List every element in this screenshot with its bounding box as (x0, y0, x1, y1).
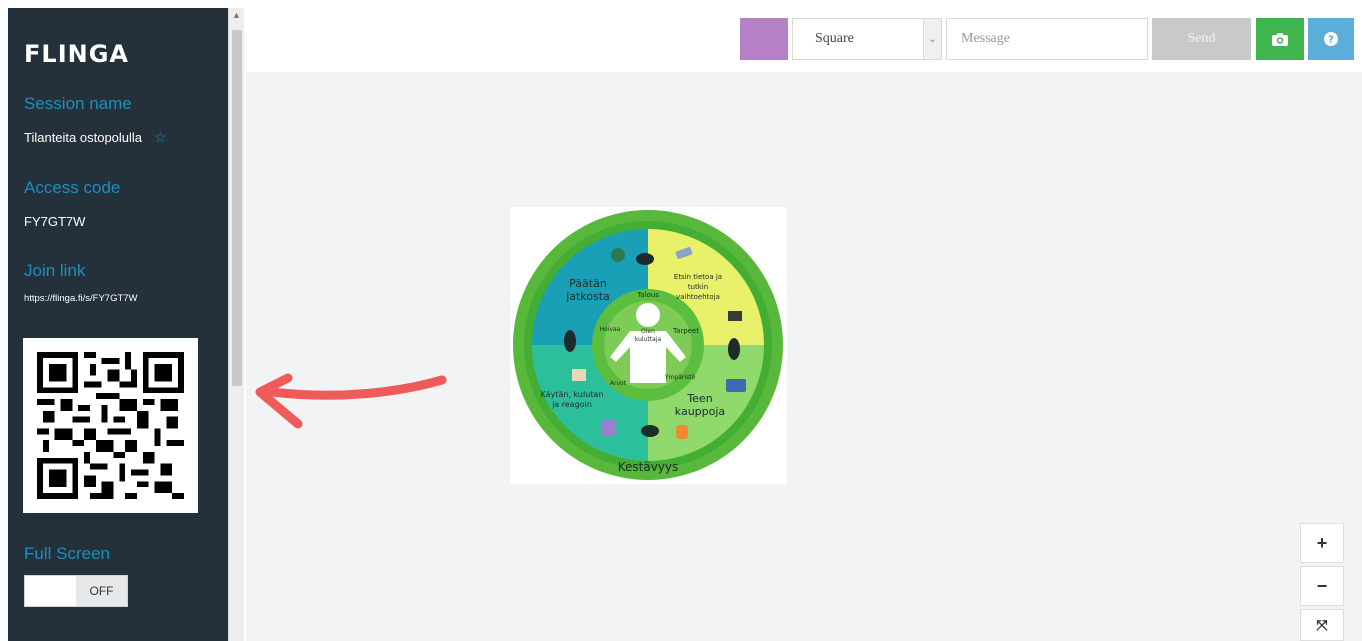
zoom-in-button[interactable]: + (1300, 523, 1344, 563)
inner-word-needs: Tarpeet (672, 327, 699, 335)
segment-label-search: Etsin tietoa ja (674, 273, 722, 281)
session-name-value: Tilanteita ostopolulla (24, 130, 143, 145)
board-canvas[interactable] (246, 72, 1362, 641)
toggle-state: OFF (76, 576, 127, 606)
toggle-knob (25, 576, 76, 606)
qr-code[interactable] (23, 338, 198, 513)
segment-label-search-2: tutkin (688, 283, 708, 291)
outer-label: Kestävyys (618, 460, 679, 474)
segment-label-trade: Teen (686, 392, 712, 405)
shape-select[interactable]: Square ⌄ (792, 18, 942, 60)
full-screen-toggle[interactable]: OFF (24, 575, 128, 607)
send-button[interactable]: Send (1152, 18, 1251, 60)
segment-label-trade-2: kauppoja (675, 405, 725, 418)
scroll-up-icon[interactable]: ▲ (232, 10, 241, 20)
svg-text:?: ? (1328, 35, 1334, 46)
segment-label-use-2: ja reagoin (551, 400, 592, 409)
chevron-down-icon: ⌄ (923, 19, 941, 59)
inner-word-environment: Ympäristö (664, 374, 696, 381)
access-code-value: FY7GT7W (24, 214, 86, 229)
center-label-2: kuluttaja (635, 336, 662, 343)
sidebar: FLINGA Session name Tilanteita ostopolul… (8, 8, 228, 641)
app: FLINGA Session name Tilanteita ostopolul… (0, 0, 1362, 641)
sustainability-wheel-image: Päätän jatkosta Etsin tietoa ja tutkin v… (513, 210, 783, 480)
help-icon: ? (1324, 32, 1338, 46)
segment-label-use: Käytän, kulutan (541, 390, 604, 399)
fit-screen-button[interactable]: ⤧ (1300, 609, 1344, 641)
segment-label-decide: Päätän (569, 277, 607, 290)
session-name-label: Session name (24, 94, 132, 113)
zoom-out-button[interactable]: − (1300, 566, 1344, 606)
color-picker-button[interactable] (740, 18, 788, 60)
message-input[interactable] (946, 18, 1148, 60)
star-icon[interactable]: ☆ (154, 129, 167, 146)
camera-button[interactable] (1256, 18, 1304, 60)
shape-select-value: Square (815, 31, 854, 46)
camera-icon (1272, 32, 1288, 46)
inner-word-values: Arvot (610, 380, 627, 387)
full-screen-label: Full Screen (24, 544, 110, 563)
arrow-annotation-icon (255, 373, 447, 429)
brand-logo: FLINGA (24, 40, 129, 68)
access-code-label: Access code (24, 178, 121, 197)
segment-label-search-3: vaihtoehtoja (676, 293, 720, 301)
qr-code-icon (37, 352, 184, 499)
inner-word-economy: Talous (636, 291, 659, 299)
join-link-value[interactable]: https://flinga.fi/s/FY7GT7W (24, 293, 138, 304)
center-label: Olen (641, 328, 655, 335)
scrollbar-thumb[interactable] (232, 30, 242, 386)
join-link-label: Join link (24, 261, 86, 280)
help-button[interactable]: ? (1308, 18, 1354, 60)
board-card[interactable]: Päätän jatkosta Etsin tietoa ja tutkin v… (510, 207, 787, 484)
segment-label-decide-2: jatkosta (565, 290, 610, 303)
inner-word-care: Hoivaa (600, 326, 621, 333)
sidebar-scrollbar[interactable]: ▲ (228, 8, 244, 641)
session-name-row: Tilanteita ostopolulla ☆ (24, 129, 167, 146)
